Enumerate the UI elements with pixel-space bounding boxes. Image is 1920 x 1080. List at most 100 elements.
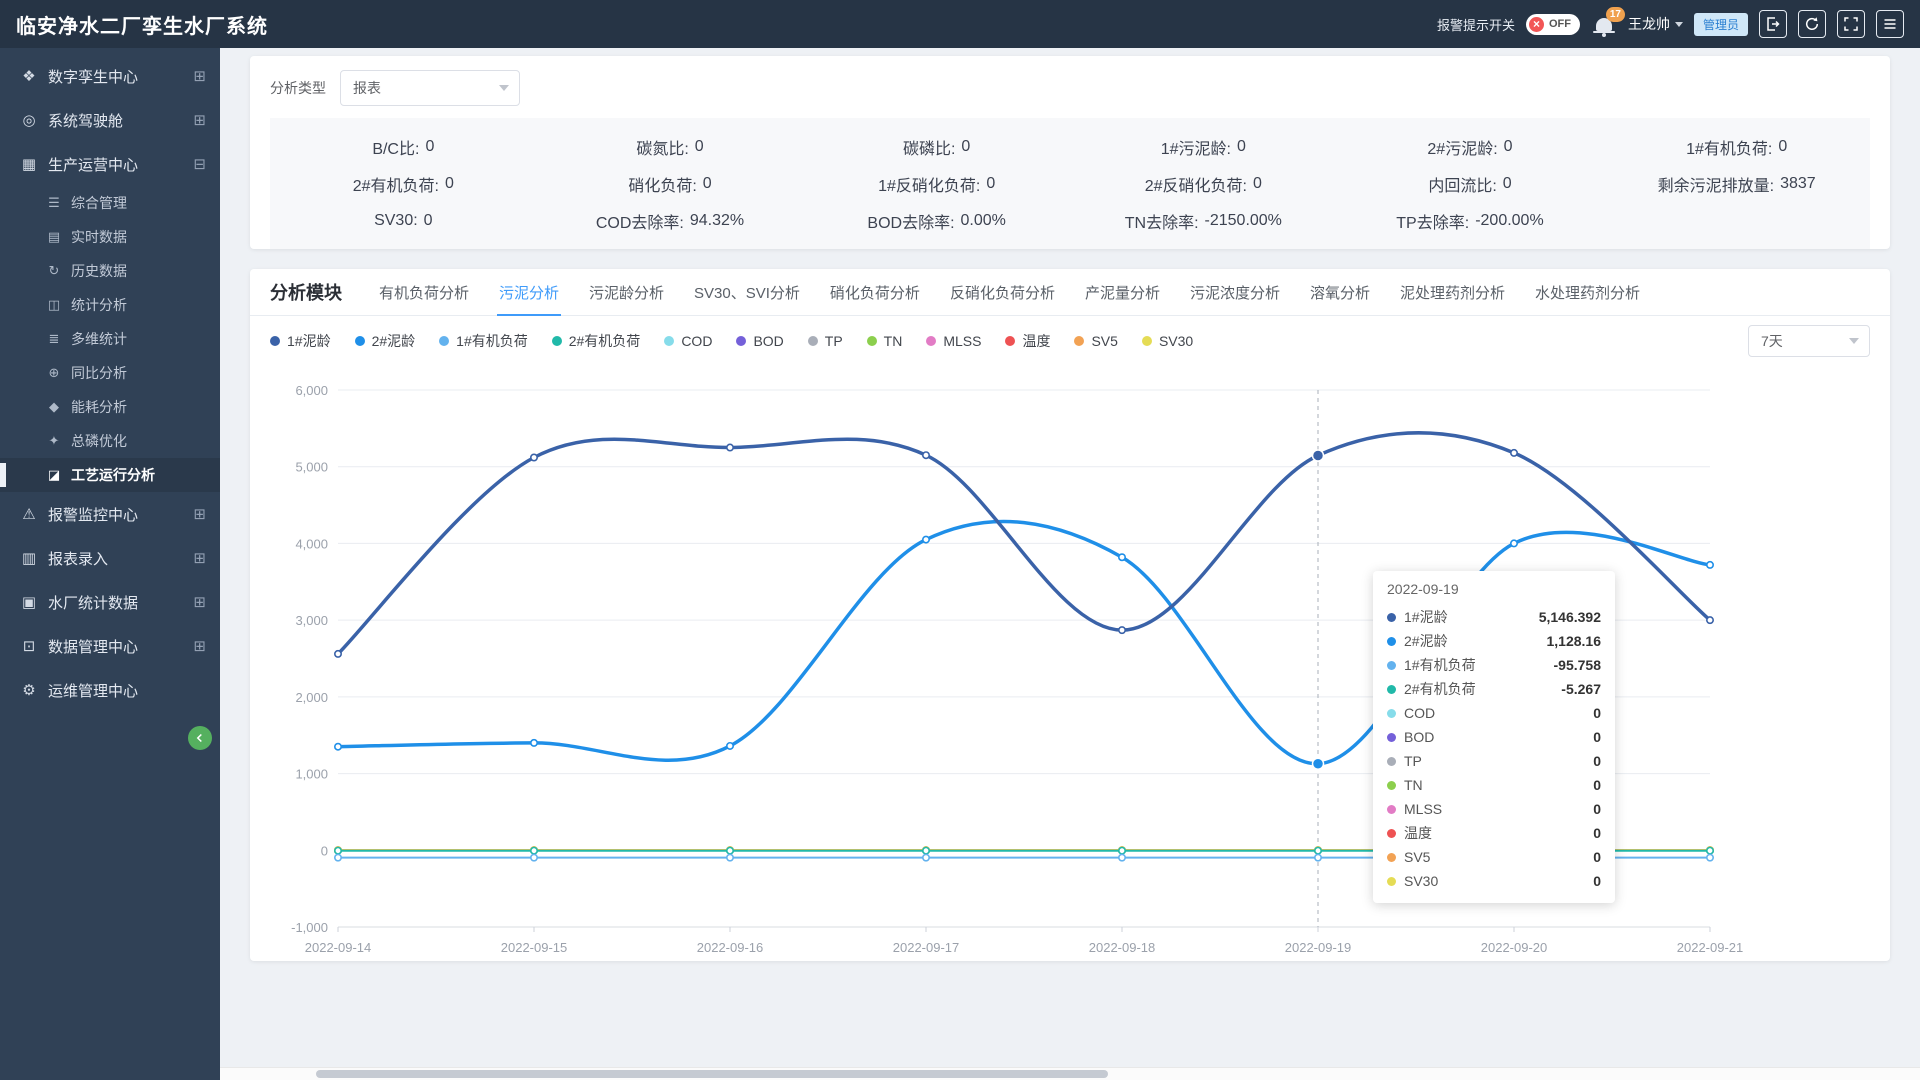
chevron-down-icon bbox=[499, 85, 509, 91]
scrollbar-thumb[interactable] bbox=[316, 1070, 1108, 1078]
sidebar-collapse-button[interactable] bbox=[188, 726, 212, 750]
sidebar-subitem[interactable]: ✦总磷优化 bbox=[0, 424, 220, 458]
expand-icon: ⊞ bbox=[193, 67, 206, 85]
chart-legend: 1#泥龄 2#泥龄 1#有机负荷 2#有机负荷 COD BOD TP TN MLSS 温度 SV5 S… bbox=[270, 331, 1748, 351]
filter-row: 分析类型 报表 bbox=[250, 56, 1890, 106]
analysis-tab[interactable]: 反硝化负荷分析 bbox=[935, 269, 1070, 315]
stat-label: B/C比: bbox=[372, 135, 419, 159]
sidebar-subitem[interactable]: ◪工艺运行分析 bbox=[0, 458, 220, 492]
legend-dot bbox=[1142, 336, 1152, 346]
legend-label: TN bbox=[884, 333, 903, 349]
analysis-tab[interactable]: 水处理药剂分析 bbox=[1520, 269, 1655, 315]
stat-label: 1#污泥龄: bbox=[1161, 135, 1231, 159]
stat-label: TN去除率: bbox=[1125, 209, 1199, 233]
fullscreen-button[interactable] bbox=[1837, 10, 1865, 38]
app-header: 临安净水二厂孪生水厂系统 报警提示开关 × OFF 17 王龙帅 管理员 bbox=[0, 0, 1920, 48]
sidebar-subitem[interactable]: ▤实时数据 bbox=[0, 220, 220, 254]
analysis-tab[interactable]: 产泥量分析 bbox=[1070, 269, 1175, 315]
sidebar-subitem[interactable]: ◆能耗分析 bbox=[0, 390, 220, 424]
sidebar-subitem[interactable]: ◫统计分析 bbox=[0, 288, 220, 322]
legend-dot bbox=[808, 336, 818, 346]
role-badge: 管理员 bbox=[1694, 13, 1748, 36]
stat-label: 剩余污泥排放量: bbox=[1658, 172, 1774, 196]
analysis-tab[interactable]: SV30、SVI分析 bbox=[679, 269, 815, 315]
alarm-toggle[interactable]: × OFF bbox=[1526, 14, 1580, 35]
user-menu[interactable]: 王龙帅 bbox=[1628, 14, 1683, 34]
stat-value: 0 bbox=[1237, 138, 1246, 156]
stat-cell: BOD去除率:0.00% bbox=[803, 202, 1070, 239]
sidebar-subitem-label: 统计分析 bbox=[71, 295, 127, 315]
analysis-tab[interactable]: 污泥龄分析 bbox=[574, 269, 679, 315]
stat-value: 0 bbox=[425, 138, 434, 156]
sidebar-subitem[interactable]: ⊕同比分析 bbox=[0, 356, 220, 390]
legend-item[interactable]: SV5 bbox=[1074, 333, 1117, 349]
expand-icon: ⊞ bbox=[193, 593, 206, 611]
stat-cell: TP去除率:-200.00% bbox=[1337, 202, 1604, 239]
legend-item[interactable]: 1#有机负荷 bbox=[439, 331, 528, 351]
legend-item[interactable]: MLSS bbox=[926, 333, 981, 349]
sidebar-subitem[interactable]: ≣多维统计 bbox=[0, 322, 220, 356]
sidebar-item[interactable]: ▥报表录入⊞ bbox=[0, 536, 220, 580]
legend-item[interactable]: BOD bbox=[736, 333, 783, 349]
legend-row: 1#泥龄 2#泥龄 1#有机负荷 2#有机负荷 COD BOD TP TN MLSS 温度 SV5 S… bbox=[250, 316, 1890, 366]
svg-text:2,000: 2,000 bbox=[295, 690, 328, 705]
analysis-tab[interactable]: 溶氧分析 bbox=[1295, 269, 1385, 315]
stat-value: 0 bbox=[703, 175, 712, 193]
sidebar-subitem-label: 综合管理 bbox=[71, 193, 127, 213]
sidebar-item[interactable]: ▦生产运营中心⊟ bbox=[0, 142, 220, 186]
legend-item[interactable]: TN bbox=[867, 333, 903, 349]
horizontal-scrollbar[interactable] bbox=[220, 1067, 1920, 1080]
analysis-type-select[interactable]: 报表 bbox=[340, 70, 520, 106]
sidebar-subitem[interactable]: ☰综合管理 bbox=[0, 186, 220, 220]
sidebar-subitem[interactable]: ↻历史数据 bbox=[0, 254, 220, 288]
legend-dot bbox=[926, 336, 936, 346]
legend-label: 2#泥龄 bbox=[372, 331, 416, 351]
stat-cell: B/C比: 0 bbox=[270, 128, 537, 165]
analysis-tab[interactable]: 污泥分析 bbox=[484, 269, 574, 315]
stat-cell: 碳磷比:0 bbox=[803, 128, 1070, 165]
sidebar-item[interactable]: ⊡数据管理中心⊞ bbox=[0, 624, 220, 668]
sidebar-item[interactable]: ⚙运维管理中心 bbox=[0, 668, 220, 712]
module-title: 分析模块 bbox=[270, 279, 342, 305]
sidebar-item[interactable]: ⚠报警监控中心⊞ bbox=[0, 492, 220, 536]
range-value: 7天 bbox=[1761, 331, 1783, 351]
legend-item[interactable]: SV30 bbox=[1142, 333, 1193, 349]
svg-text:2022-09-17: 2022-09-17 bbox=[893, 940, 960, 955]
logout-button[interactable] bbox=[1759, 10, 1787, 38]
legend-item[interactable]: 温度 bbox=[1005, 331, 1050, 351]
analysis-tab[interactable]: 有机负荷分析 bbox=[364, 269, 484, 315]
stat-label: 2#反硝化负荷: bbox=[1145, 172, 1247, 196]
svg-text:2022-09-15: 2022-09-15 bbox=[501, 940, 568, 955]
analysis-tab[interactable]: 泥处理药剂分析 bbox=[1385, 269, 1520, 315]
legend-label: 温度 bbox=[1022, 331, 1050, 351]
legend-label: MLSS bbox=[943, 333, 981, 349]
svg-text:3,000: 3,000 bbox=[295, 613, 328, 628]
legend-dot bbox=[355, 336, 365, 346]
analysis-type-value: 报表 bbox=[353, 78, 381, 98]
stat-cell: 碳氮比:0 bbox=[537, 128, 804, 165]
sidebar-item-label: 运维管理中心 bbox=[48, 680, 138, 701]
stat-cell: TN去除率:-2150.00% bbox=[1070, 202, 1337, 239]
svg-text:2022-09-18: 2022-09-18 bbox=[1089, 940, 1156, 955]
notification-bell[interactable]: 17 bbox=[1591, 11, 1617, 37]
refresh-button[interactable] bbox=[1798, 10, 1826, 38]
analysis-tab[interactable]: 硝化负荷分析 bbox=[815, 269, 935, 315]
range-select[interactable]: 7天 bbox=[1748, 325, 1870, 357]
sidebar-item[interactable]: ❖数字孪生中心⊞ bbox=[0, 54, 220, 98]
sidebar-item[interactable]: ◎系统驾驶舱⊞ bbox=[0, 98, 220, 142]
legend-dot bbox=[867, 336, 877, 346]
collapse-icon: ⊟ bbox=[193, 155, 206, 173]
analysis-tabs: 有机负荷分析污泥分析污泥龄分析SV30、SVI分析硝化负荷分析反硝化负荷分析产泥… bbox=[364, 269, 1655, 315]
legend-item[interactable]: 2#有机负荷 bbox=[552, 331, 641, 351]
menu-button[interactable] bbox=[1876, 10, 1904, 38]
svg-text:0: 0 bbox=[321, 843, 328, 858]
line-chart[interactable]: -1,00001,0002,0003,0004,0005,0006,000202… bbox=[270, 366, 1870, 961]
legend-dot bbox=[1074, 336, 1084, 346]
legend-item[interactable]: TP bbox=[808, 333, 843, 349]
legend-item[interactable]: COD bbox=[664, 333, 712, 349]
legend-item[interactable]: 2#泥龄 bbox=[355, 331, 416, 351]
sidebar-item[interactable]: ▣水厂统计数据⊞ bbox=[0, 580, 220, 624]
legend-label: SV30 bbox=[1159, 333, 1193, 349]
analysis-tab[interactable]: 污泥浓度分析 bbox=[1175, 269, 1295, 315]
legend-item[interactable]: 1#泥龄 bbox=[270, 331, 331, 351]
